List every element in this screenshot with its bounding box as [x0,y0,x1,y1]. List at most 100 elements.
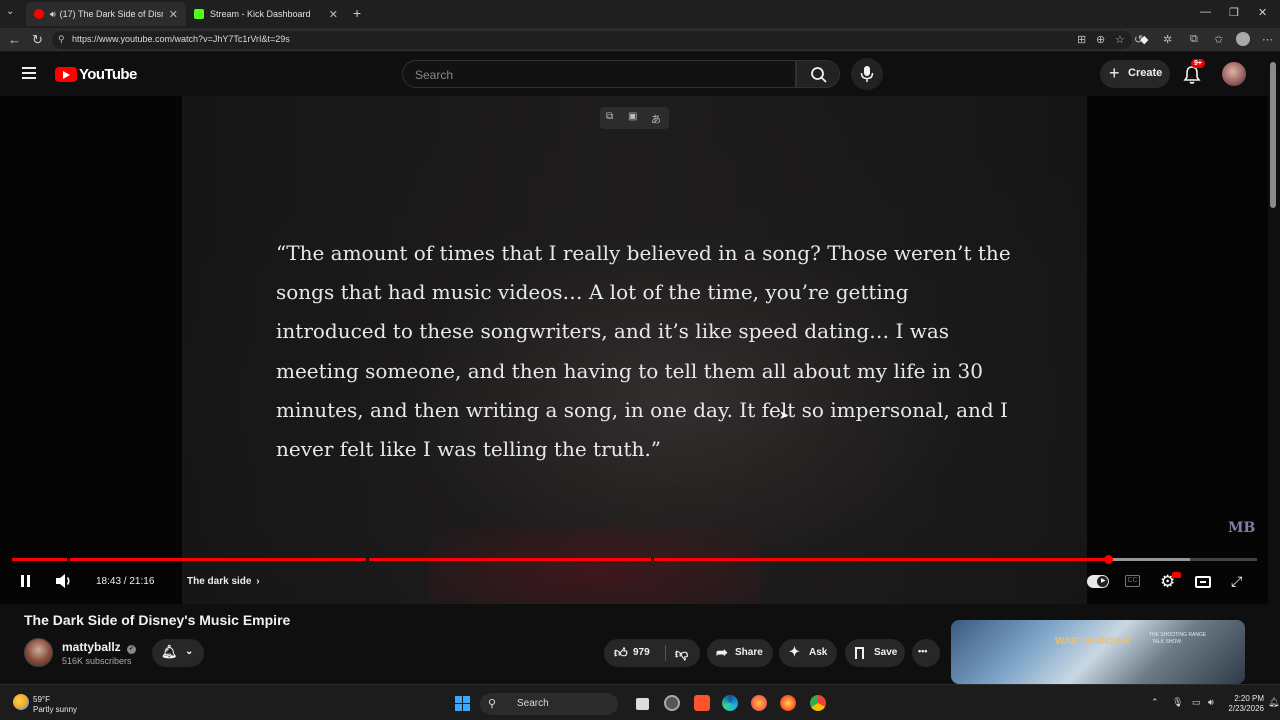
mouse-cursor-icon: ➤ [779,408,790,422]
share-button[interactable]: ➦ Share [707,639,773,667]
settings-button[interactable]: ⚙︎ [1160,572,1181,592]
more-icon: ••• [918,646,928,656]
browser-menu-icon[interactable]: ⋯ [1262,33,1273,46]
tab-title: Stream - Kick Dashboard [210,9,311,19]
thumbs-down-icon: 👎︎ [675,646,689,661]
tab-list-dropdown[interactable]: ⌄ [6,6,14,17]
play-small-icon: ▶ [1101,578,1106,584]
video-player[interactable]: ⧉ ▣ あ “The amount of times that I really… [0,96,1268,604]
task-view-icon[interactable] [636,698,649,710]
extension-diamond-icon[interactable]: ◆ [1140,33,1148,46]
network-icon[interactable]: ▭ [1192,697,1201,708]
reload-icon[interactable]: ↻ [32,32,43,48]
channel-name[interactable]: mattyballz ✓ [62,640,137,654]
bell-icon: 🔔︎ [161,644,178,659]
clock-time: 2:20 PM [1234,694,1264,703]
theater-mode-button[interactable] [1195,576,1211,588]
chrome-icon[interactable] [810,695,826,711]
pause-button[interactable] [20,575,32,588]
dislike-button[interactable]: 👎︎ [666,639,700,667]
create-label: Create [1128,67,1163,79]
taskbar-search[interactable]: ⚲ Search [480,693,618,715]
split-screen-icon[interactable]: ⧉ [1190,33,1198,46]
notification-center-icon[interactable]: 🔔︎ [1268,697,1279,708]
search-icon: ⚲ [488,698,497,710]
bell-icon [1183,66,1201,84]
kick-favicon-icon [194,9,204,19]
weather-icon[interactable] [13,694,29,710]
thumbnail-title: WAR THUNDER [1055,636,1130,647]
autoplay-toggle[interactable]: ▶ [1087,575,1109,588]
recommended-video-thumbnail[interactable]: WAR THUNDER THE SHOOTING RANGE · TALK SH… [951,620,1245,684]
brave-browser-icon[interactable] [694,695,710,711]
ask-button[interactable]: ✦ Ask [779,639,837,667]
microphone-tray-icon[interactable]: 🎙︎ [1172,697,1183,708]
chevron-right-icon: › [256,576,260,587]
logo-text: YouTube [79,65,137,83]
speaker-icon[interactable]: 🔊︎ [1208,697,1214,708]
tray-overflow-icon[interactable]: ⌃ [1151,697,1159,708]
tab-youtube[interactable]: 🔊︎ (17) The Dark Side of Disney's Music … [26,2,186,26]
fullscreen-icon: ⤢ [1231,573,1243,589]
address-bar[interactable]: ⚲ https://www.youtube.com/watch?v=JhY7Tc… [52,31,1132,49]
install-app-icon[interactable]: ⊞ [1077,33,1086,46]
close-window-icon[interactable]: ✕ [1258,6,1267,19]
channel-watermark[interactable]: MB [1228,520,1255,536]
capture-icon[interactable]: ▣ [628,111,637,122]
close-tab-icon[interactable]: ✕ [169,8,178,21]
share-label: Share [735,647,763,658]
more-actions-button[interactable]: ••• [912,639,940,667]
tab-kick[interactable]: Stream - Kick Dashboard ✕ [186,2,346,26]
favorites-icon[interactable]: ✩ [1214,33,1223,46]
audio-playing-icon[interactable]: 🔊︎ [50,9,56,20]
quote-text: “The amount of times that I really belie… [276,241,1011,462]
back-icon[interactable]: ← [8,32,21,47]
scrollbar-thumb[interactable] [1270,62,1276,208]
captions-button[interactable]: CC [1125,575,1140,587]
start-button[interactable] [455,696,471,712]
chapter-title[interactable]: The dark side › [187,576,260,587]
chapter-marker [366,558,369,561]
mute-button[interactable] [55,573,73,594]
firefox-dev-icon[interactable] [780,695,796,711]
menu-icon[interactable] [22,67,36,79]
picture-in-picture-icon[interactable]: ⧉ [606,111,613,122]
subscription-bell-button[interactable]: 🔔︎ ⌄ [152,639,204,667]
search-button[interactable] [796,60,840,88]
close-tab-icon[interactable]: ✕ [329,8,338,21]
video-overlay-toolbar: ⧉ ▣ あ [600,107,669,129]
restore-icon[interactable]: ❐ [1229,6,1239,19]
weather-widget[interactable]: 59°F Partly sunny [33,695,77,715]
save-button[interactable]: Save [845,639,905,667]
tab-title: (17) The Dark Side of Disney's Music Emp… [59,9,163,19]
youtube-play-logo-icon [55,66,77,82]
firefox-icon[interactable] [751,695,767,711]
channel-avatar[interactable] [24,638,53,667]
create-button[interactable]: + Create [1100,60,1170,88]
like-button[interactable]: 👍︎ 979 [604,639,664,667]
voice-search-button[interactable] [851,58,883,90]
video-title: The Dark Side of Disney's Music Empire [24,612,291,628]
settings-app-icon[interactable] [664,695,680,711]
site-info-icon[interactable]: ⚲ [58,34,65,45]
taskbar-clock[interactable]: 2:20 PM 2/23/2026 [1222,694,1264,714]
search-input[interactable]: Search [402,60,796,88]
profile-avatar[interactable] [1236,32,1250,46]
edge-browser-icon[interactable] [722,695,738,711]
pause-icon [21,575,24,587]
account-avatar[interactable] [1222,62,1246,86]
minimize-icon[interactable]: — [1200,6,1211,18]
extensions-icon[interactable]: ✲ [1163,33,1172,46]
chapter-marker [651,558,654,561]
taskbar-search-label: Search [517,698,549,709]
youtube-logo[interactable]: YouTube [55,65,137,83]
zoom-icon[interactable]: ⊕ [1096,33,1105,46]
notifications-button[interactable]: 9+ [1180,59,1205,86]
new-tab-button[interactable]: + [353,5,361,21]
video-frame-glow [430,526,760,604]
favorite-star-icon[interactable]: ☆ [1115,33,1125,46]
sparkle-icon: ✦ [789,644,800,659]
chapter-label: The dark side [187,576,252,587]
translate-icon[interactable]: あ [651,111,661,126]
fullscreen-button[interactable]: ⤢ [1231,573,1242,591]
